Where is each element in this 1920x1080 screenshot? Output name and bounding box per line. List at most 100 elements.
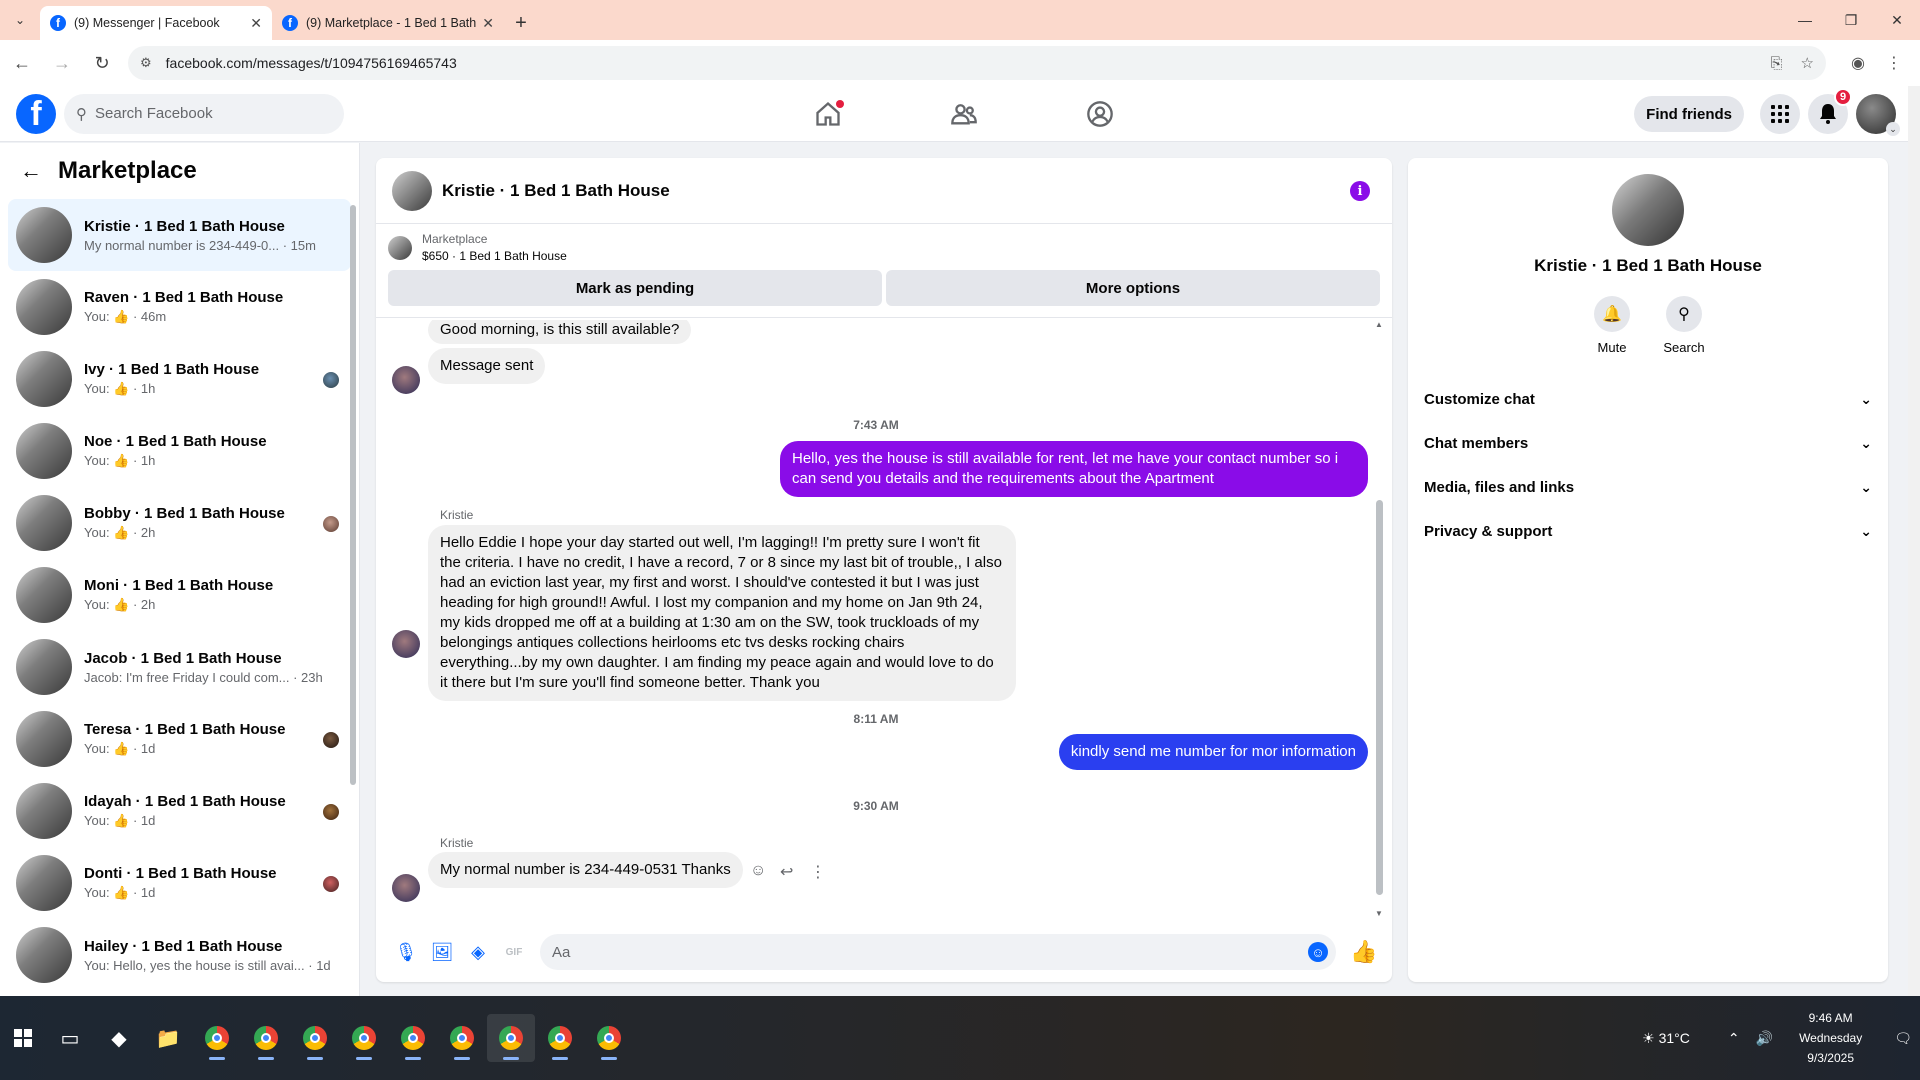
new-tab-button[interactable]: + bbox=[504, 6, 538, 40]
copilot-icon[interactable]: ◆ bbox=[95, 1014, 143, 1062]
chrome-profile-icon[interactable] bbox=[487, 1014, 535, 1062]
sticker-icon[interactable]: ◈ bbox=[460, 934, 496, 970]
windows-start-icon[interactable] bbox=[0, 1015, 46, 1061]
chat-scrollbar[interactable]: ▲ ▼ bbox=[1375, 320, 1384, 918]
close-window-icon[interactable]: ✕ bbox=[1874, 0, 1920, 40]
conversation-item[interactable]: Ivy · 1 Bed 1 Bath House You: 👍 · 1h bbox=[8, 343, 351, 415]
chat-thumbnail[interactable] bbox=[392, 170, 432, 211]
weather-widget[interactable]: ☀ 31°C bbox=[1642, 1030, 1690, 1047]
conversation-preview: You: 👍 · 46m bbox=[84, 309, 351, 325]
friends-nav-icon[interactable] bbox=[896, 86, 1032, 142]
mute-label: Mute bbox=[1597, 340, 1627, 355]
conversation-item[interactable]: Noe · 1 Bed 1 Bath House You: 👍 · 1h bbox=[8, 415, 351, 487]
thumbs-up-icon: 👍 bbox=[113, 453, 130, 468]
task-view-icon[interactable]: ▭ bbox=[46, 1014, 94, 1062]
reply-icon[interactable]: ↩ bbox=[780, 862, 793, 882]
conversation-item[interactable]: Teresa · 1 Bed 1 Bath House You: 👍 · 1d bbox=[8, 703, 351, 775]
facebook-logo-icon[interactable]: f bbox=[16, 93, 56, 134]
bookmark-star-icon[interactable]: ☆ bbox=[1801, 54, 1814, 72]
sender-avatar bbox=[392, 874, 420, 902]
site-info-icon[interactable]: ⚙ bbox=[140, 55, 152, 71]
clock[interactable]: 9:46 AM Wednesday 9/3/2025 bbox=[1799, 1008, 1862, 1068]
customize-chat-section[interactable]: Customize chat ⌄ bbox=[1424, 377, 1872, 421]
close-icon[interactable]: ✕ bbox=[482, 15, 494, 32]
url-text[interactable]: facebook.com/messages/t/1094756169465743 bbox=[166, 55, 1753, 71]
menu-grid-icon[interactable] bbox=[1760, 94, 1800, 134]
media-files-links-section[interactable]: Media, files and links ⌄ bbox=[1424, 465, 1872, 509]
conversation-preview: You: 👍 · 1d bbox=[84, 885, 351, 901]
message-input[interactable]: Aa ☺ bbox=[540, 934, 1336, 970]
chrome-profile-icon[interactable] bbox=[585, 1014, 633, 1062]
reload-icon[interactable]: ↻ bbox=[84, 45, 120, 81]
privacy-support-section[interactable]: Privacy & support ⌄ bbox=[1424, 509, 1872, 553]
page-scrollbar[interactable] bbox=[1908, 86, 1920, 996]
restore-icon[interactable]: ❐ bbox=[1828, 0, 1874, 40]
scroll-down-arrow-icon[interactable]: ▼ bbox=[1375, 909, 1383, 918]
react-emoji-icon[interactable]: ☺ bbox=[750, 862, 766, 880]
volume-icon[interactable]: 🔊 bbox=[1756, 1030, 1773, 1047]
scroll-up-arrow-icon[interactable]: ▲ bbox=[1375, 320, 1383, 329]
tab-search-icon[interactable]: ⌄ bbox=[0, 0, 40, 40]
back-arrow-icon[interactable]: ← bbox=[20, 158, 42, 184]
conversation-preview: You: 👍 · 1d bbox=[84, 741, 351, 757]
listing-title[interactable]: $650 · 1 Bed 1 Bath House bbox=[422, 249, 567, 263]
conversation-item[interactable]: Donti · 1 Bed 1 Bath House You: 👍 · 1d bbox=[8, 847, 351, 919]
find-friends-button[interactable]: Find friends bbox=[1634, 96, 1744, 132]
section-label: Privacy & support bbox=[1424, 522, 1553, 540]
account-avatar[interactable]: ⌄ bbox=[1856, 94, 1900, 136]
section-label: Customize chat bbox=[1424, 390, 1535, 408]
more-options-button[interactable]: More options bbox=[886, 270, 1380, 306]
conversation-name: Moni · 1 Bed 1 Bath House bbox=[84, 577, 274, 594]
install-app-icon[interactable]: ⎘ bbox=[1771, 55, 1783, 72]
chrome-profile-icon[interactable] bbox=[291, 1014, 339, 1062]
chat-members-section[interactable]: Chat members ⌄ bbox=[1424, 421, 1872, 465]
marketplace-label: Marketplace bbox=[422, 232, 488, 246]
facebook-search-input[interactable]: ⚲ Search Facebook bbox=[64, 93, 344, 134]
profile-nav-icon[interactable] bbox=[1032, 86, 1168, 142]
chrome-profile-icon[interactable] bbox=[536, 1014, 584, 1062]
chrome-profile-icon[interactable] bbox=[438, 1014, 486, 1062]
back-icon[interactable]: ← bbox=[4, 45, 40, 81]
conversation-item[interactable]: Hailey · 1 Bed 1 Bath House You: Hello, … bbox=[8, 919, 351, 991]
timestamp: 8:11 AM bbox=[853, 712, 899, 726]
chrome-icon[interactable] bbox=[193, 1014, 241, 1062]
conversation-item[interactable]: Raven · 1 Bed 1 Bath House You: 👍 · 46m bbox=[8, 271, 351, 343]
scrollbar-thumb[interactable] bbox=[1376, 500, 1383, 895]
profile-icon[interactable]: ◉ bbox=[1840, 45, 1876, 81]
more-actions-icon[interactable]: ⋮ bbox=[810, 862, 826, 882]
conversation-item[interactable]: Kristie · 1 Bed 1 Bath House My normal n… bbox=[8, 199, 351, 271]
conversation-item[interactable]: Moni · 1 Bed 1 Bath House You: 👍 · 2h bbox=[8, 559, 351, 631]
microphone-icon[interactable]: 🎙 bbox=[388, 934, 424, 970]
address-bar[interactable]: ⚙ facebook.com/messages/t/10947561694657… bbox=[128, 46, 1826, 80]
close-icon[interactable]: ✕ bbox=[250, 15, 262, 32]
emoji-icon[interactable]: ☺ bbox=[1308, 942, 1328, 962]
file-explorer-icon[interactable]: 📁 bbox=[144, 1014, 192, 1062]
photo-attach-icon[interactable]: 🖼 bbox=[424, 934, 460, 970]
browser-toolbar: ← → ↻ ⚙ facebook.com/messages/t/10947561… bbox=[0, 40, 1920, 86]
conversation-item[interactable]: Bobby · 1 Bed 1 Bath House You: 👍 · 2h bbox=[8, 487, 351, 559]
chevron-up-icon[interactable]: ⌃ bbox=[1728, 1030, 1740, 1047]
notifications-bell-icon[interactable]: 9 bbox=[1808, 88, 1852, 134]
conversation-item[interactable]: Jacob · 1 Bed 1 Bath House Jacob: I'm fr… bbox=[8, 631, 351, 703]
thumbs-up-send-icon[interactable]: 👍 bbox=[1344, 934, 1384, 970]
chrome-profile-icon[interactable] bbox=[340, 1014, 388, 1062]
info-icon[interactable]: i bbox=[1350, 181, 1370, 201]
tab-marketplace[interactable]: f (9) Marketplace - 1 Bed 1 Bath ✕ bbox=[272, 6, 504, 40]
mute-button[interactable]: 🔔 Mute bbox=[1576, 296, 1648, 355]
tab-messenger[interactable]: f (9) Messenger | Facebook ✕ bbox=[40, 6, 272, 40]
chrome-profile-icon[interactable] bbox=[242, 1014, 290, 1062]
home-nav-icon[interactable] bbox=[760, 86, 896, 142]
browser-menu-icon[interactable]: ⋮ bbox=[1876, 45, 1912, 81]
chat-title[interactable]: Kristie · 1 Bed 1 Bath House bbox=[442, 181, 670, 201]
search-conversation-button[interactable]: ⚲ Search bbox=[1648, 296, 1720, 355]
scrollbar-thumb[interactable] bbox=[350, 205, 356, 785]
minimize-icon[interactable]: — bbox=[1782, 0, 1828, 40]
gif-icon[interactable]: GIF bbox=[496, 934, 532, 970]
sidebar-scrollbar[interactable] bbox=[349, 195, 357, 985]
forward-icon[interactable]: → bbox=[44, 45, 80, 81]
conversation-preview: My normal number is 234-449-0... · 15m bbox=[84, 237, 316, 253]
chrome-profile-icon[interactable] bbox=[389, 1014, 437, 1062]
notification-center-icon[interactable]: 🗨 bbox=[1894, 1030, 1912, 1047]
conversation-item[interactable]: Idayah · 1 Bed 1 Bath House You: 👍 · 1d bbox=[8, 775, 351, 847]
mark-as-pending-button[interactable]: Mark as pending bbox=[388, 270, 882, 306]
